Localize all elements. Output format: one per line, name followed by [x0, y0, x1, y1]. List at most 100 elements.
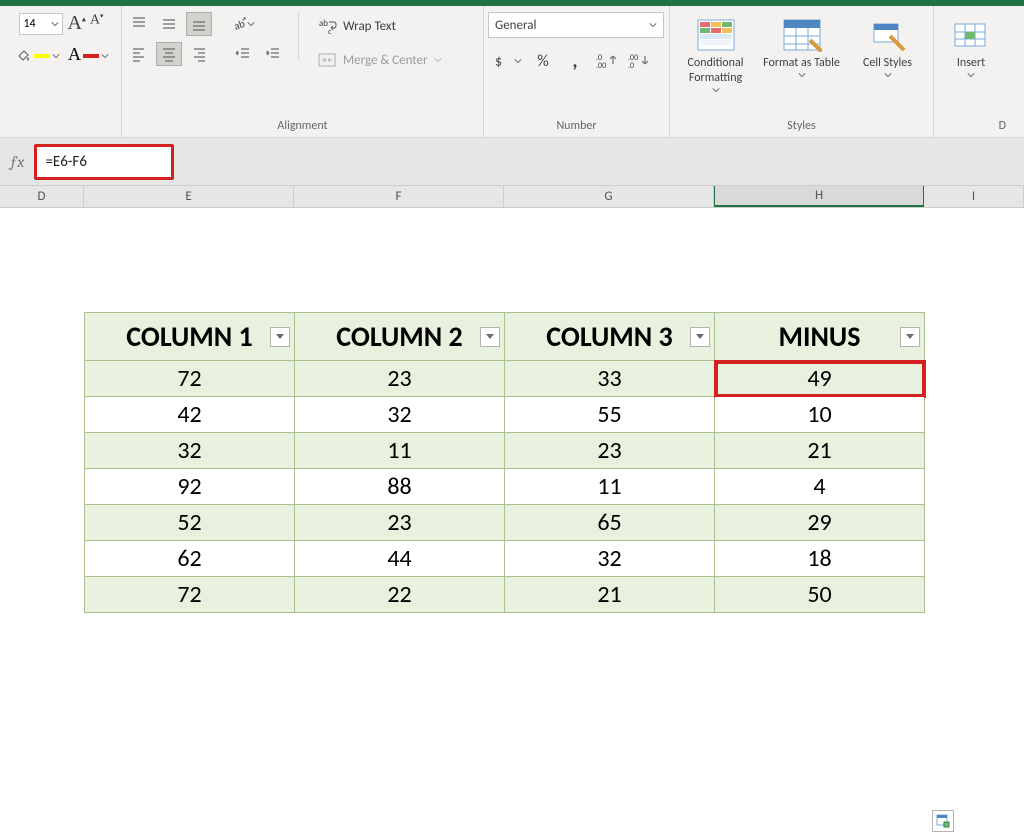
fill-color-button[interactable]: [14, 47, 60, 65]
cell[interactable]: 22: [295, 577, 505, 613]
worksheet-grid[interactable]: COLUMN 1 COLUMN 2 COLUMN 3 MINUS 72 23 3…: [0, 208, 1024, 746]
separator: [298, 12, 299, 60]
cell[interactable]: 4: [715, 469, 925, 505]
increase-font-size-button[interactable]: A▴: [67, 12, 85, 35]
formula-input[interactable]: =E6-F6: [34, 144, 174, 180]
data-table: COLUMN 1 COLUMN 2 COLUMN 3 MINUS 72 23 3…: [84, 312, 925, 613]
cell[interactable]: 33: [505, 361, 715, 397]
decrease-indent-button[interactable]: [230, 42, 256, 66]
column-header-D[interactable]: D: [0, 186, 84, 207]
fx-icon[interactable]: ƒx: [0, 153, 34, 171]
cell[interactable]: 62: [85, 541, 295, 577]
orientation-button[interactable]: ab: [230, 12, 256, 36]
cell-styles-label: Cell Styles: [863, 56, 912, 71]
font-color-button[interactable]: A: [68, 45, 109, 66]
filter-button[interactable]: [270, 327, 290, 347]
cell[interactable]: 72: [85, 577, 295, 613]
svg-text:.0: .0: [628, 61, 634, 70]
cell[interactable]: 88: [295, 469, 505, 505]
format-as-table-label: Format as Table: [763, 56, 840, 71]
font-size-value: 14: [23, 17, 35, 31]
increase-decimal-button[interactable]: .0.00: [592, 48, 622, 74]
column-header-H[interactable]: H: [714, 186, 924, 207]
cell[interactable]: 11: [505, 469, 715, 505]
formula-bar: ƒx =E6-F6: [0, 138, 1024, 186]
cell[interactable]: 44: [295, 541, 505, 577]
accounting-format-button[interactable]: $: [488, 48, 526, 74]
column-header-F[interactable]: F: [294, 186, 504, 207]
autofill-options-button[interactable]: [932, 810, 954, 832]
align-top-button[interactable]: [126, 12, 152, 36]
percent-format-button[interactable]: %: [528, 48, 558, 74]
font-size-combo[interactable]: 14: [19, 13, 63, 35]
cell[interactable]: 65: [505, 505, 715, 541]
cell[interactable]: 52: [85, 505, 295, 541]
table-header-minus[interactable]: MINUS: [715, 313, 925, 361]
conditional-formatting-button[interactable]: Conditional Formatting: [675, 12, 757, 98]
cell[interactable]: 55: [505, 397, 715, 433]
cell[interactable]: 10: [715, 397, 925, 433]
cell[interactable]: 42: [85, 397, 295, 433]
table-header-col1[interactable]: COLUMN 1: [85, 313, 295, 361]
filter-button[interactable]: [690, 327, 710, 347]
cell[interactable]: 23: [295, 505, 505, 541]
chevron-down-icon: [434, 56, 442, 64]
merge-cells-icon: [317, 50, 337, 70]
ribbon-group-font: 14 A▴ A▾: [2, 6, 122, 137]
cell[interactable]: 72: [85, 361, 295, 397]
cell-minus-first[interactable]: 49: [715, 361, 925, 397]
increase-indent-button[interactable]: [260, 42, 286, 66]
cell[interactable]: 29: [715, 505, 925, 541]
format-as-table-button[interactable]: Format as Table: [761, 12, 843, 98]
paint-bucket-icon: [14, 47, 32, 65]
column-header-G[interactable]: G: [504, 186, 714, 207]
merge-center-button: Merge & Center: [311, 46, 448, 74]
align-left-button[interactable]: [126, 42, 152, 66]
cell[interactable]: 21: [505, 577, 715, 613]
chevron-down-icon: [967, 71, 975, 79]
wrap-text-icon: ab c: [317, 16, 337, 36]
cell[interactable]: 32: [505, 541, 715, 577]
chevron-down-icon: [101, 52, 109, 60]
number-format-combo[interactable]: General: [488, 12, 664, 38]
cell[interactable]: 21: [715, 433, 925, 469]
align-middle-button[interactable]: [156, 12, 182, 36]
cell[interactable]: 18: [715, 541, 925, 577]
filter-button[interactable]: [900, 327, 920, 347]
table-row: 72 23 33 49: [85, 361, 925, 397]
cell[interactable]: 11: [295, 433, 505, 469]
insert-cells-label: Insert: [957, 56, 985, 71]
wrap-text-button[interactable]: ab c Wrap Text: [311, 12, 448, 40]
merge-center-label: Merge & Center: [343, 53, 428, 68]
chevron-down-icon: [798, 71, 806, 79]
comma-format-button[interactable]: ,: [560, 48, 590, 74]
column-header-E[interactable]: E: [84, 186, 294, 207]
cell[interactable]: 32: [295, 397, 505, 433]
align-center-button[interactable]: [156, 42, 182, 66]
column-header-I[interactable]: I: [924, 186, 1024, 207]
chevron-down-icon: [649, 21, 657, 29]
table-header-col3[interactable]: COLUMN 3: [505, 313, 715, 361]
cells-group-label: D: [938, 129, 1004, 135]
decrease-font-size-button[interactable]: A▾: [90, 12, 104, 35]
table-header-col2[interactable]: COLUMN 2: [295, 313, 505, 361]
decrease-decimal-icon: .00.0: [628, 52, 650, 70]
cell-styles-button[interactable]: Cell Styles: [847, 12, 929, 98]
align-right-button[interactable]: [186, 42, 212, 66]
cell[interactable]: 32: [85, 433, 295, 469]
number-format-value: General: [495, 18, 536, 33]
filter-button[interactable]: [480, 327, 500, 347]
table-row: 92 88 11 4: [85, 469, 925, 505]
autofill-icon: [936, 814, 950, 828]
cell[interactable]: 92: [85, 469, 295, 505]
align-bottom-button[interactable]: [186, 12, 212, 36]
decrease-decimal-button[interactable]: .00.0: [624, 48, 654, 74]
chevron-down-icon: [247, 20, 255, 28]
insert-cells-button[interactable]: Insert: [939, 12, 1003, 98]
table-row: 42 32 55 10: [85, 397, 925, 433]
ribbon-group-styles: Conditional Formatting Format as Table: [670, 6, 934, 137]
cell[interactable]: 23: [295, 361, 505, 397]
cell[interactable]: 50: [715, 577, 925, 613]
alignment-group-label: Alignment: [126, 115, 479, 135]
cell[interactable]: 23: [505, 433, 715, 469]
